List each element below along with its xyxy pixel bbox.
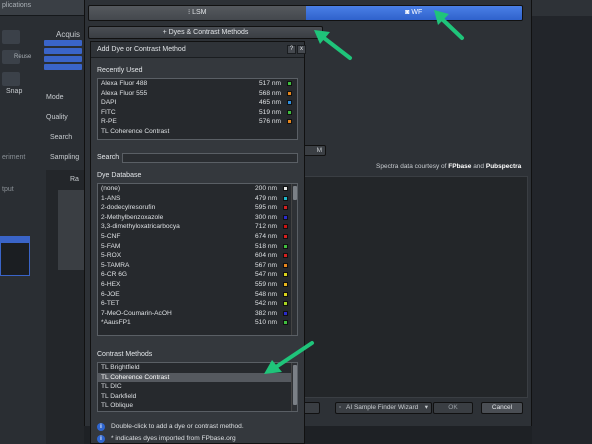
arrow-to-wf-icon	[434, 10, 464, 40]
arrow-to-coherence-icon	[264, 341, 314, 374]
arrow-to-dyes-icon	[314, 30, 352, 60]
annotation-arrows	[264, 10, 464, 374]
screen: plications Acquis Reuse Snap Mode Qualit…	[0, 0, 592, 444]
